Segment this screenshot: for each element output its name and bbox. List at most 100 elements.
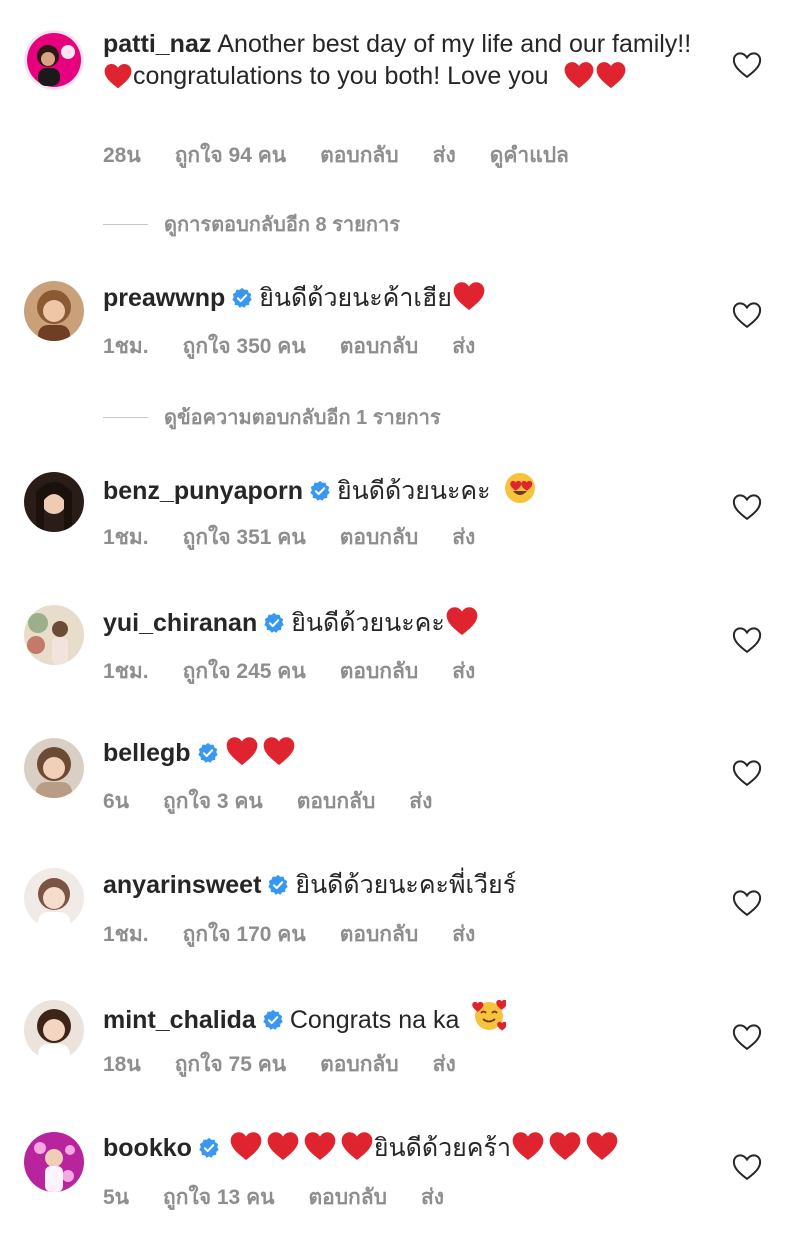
heart-outline-icon[interactable]	[732, 300, 762, 330]
reply-button[interactable]: ตอบกลับ	[340, 526, 419, 549]
send-button[interactable]: ส่ง	[421, 1186, 444, 1209]
view-replies-label[interactable]: ดูข้อความตอบกลับอีก 1 รายการ	[164, 401, 441, 433]
comment-meta: 1ชม. ถูกใจ 245 คน ตอบกลับ ส่ง	[103, 655, 509, 688]
heart-eyes-emoji	[504, 473, 535, 503]
like-count[interactable]: ถูกใจ 94 คน	[175, 144, 286, 167]
heart-emoji	[104, 63, 132, 89]
like-count[interactable]: ถูกใจ 75 คน	[175, 1053, 286, 1076]
comment-body: ยินดีด้วยนะคะ	[337, 477, 491, 505]
reply-button[interactable]: ตอบกลับ	[340, 660, 419, 683]
heart-emoji	[263, 736, 295, 766]
avatar[interactable]	[24, 605, 84, 665]
heart-emoji	[267, 1131, 299, 1161]
like-count[interactable]: ถูกใจ 350 คน	[183, 335, 306, 358]
comment-body-2: congratulations to you both! Love you	[133, 62, 549, 90]
avatar[interactable]	[24, 281, 84, 341]
avatar[interactable]	[24, 868, 84, 928]
heart-outline-icon[interactable]	[732, 758, 762, 788]
comment-text: bookko ยินดีด้วยคร้า	[103, 1131, 703, 1164]
send-button[interactable]: ส่ง	[452, 526, 475, 549]
send-button[interactable]: ส่ง	[409, 790, 432, 813]
verified-badge-icon	[262, 1009, 284, 1031]
send-button[interactable]: ส่ง	[452, 923, 475, 946]
comment-time: 5น	[103, 1186, 130, 1209]
reply-button[interactable]: ตอบกลับ	[320, 144, 399, 167]
heart-outline-icon[interactable]	[732, 50, 762, 80]
comment-text: patti_naz Another best day of my life and…	[103, 28, 703, 92]
comment-body: ยินดีด้วยนะคะ	[291, 609, 445, 637]
comment-time: 1ชม.	[103, 335, 149, 358]
reply-button[interactable]: ตอบกลับ	[340, 923, 419, 946]
heart-outline-icon[interactable]	[732, 888, 762, 918]
avatar[interactable]	[24, 472, 84, 532]
heart-emoji	[446, 606, 478, 636]
send-button[interactable]: ส่ง	[452, 660, 475, 683]
reply-button[interactable]: ตอบกลับ	[308, 1186, 387, 1209]
avatar[interactable]	[24, 1132, 84, 1192]
comment-text: mint_chalida Congrats na ka	[103, 999, 703, 1036]
comment-meta: 1ชม. ถูกใจ 351 คน ตอบกลับ ส่ง	[103, 521, 509, 554]
like-count[interactable]: ถูกใจ 351 คน	[183, 526, 306, 549]
comment-text: bellegb	[103, 736, 703, 769]
like-count[interactable]: ถูกใจ 13 คน	[163, 1186, 274, 1209]
heart-outline-icon[interactable]	[732, 625, 762, 655]
heart-emoji	[586, 1131, 618, 1161]
avatar[interactable]	[24, 738, 84, 798]
comment-body: Another best day of my life and our fami…	[217, 30, 692, 58]
comment-meta: 28น ถูกใจ 94 คน ตอบกลับ ส่ง ดูคำแปล	[103, 139, 603, 172]
comment-text: preawwnp ยินดีด้วยนะค้าเฮีย	[103, 281, 703, 314]
comment-text: yui_chiranan ยินดีด้วยนะคะ	[103, 606, 703, 639]
comment-time: 1ชม.	[103, 660, 149, 683]
heart-outline-icon[interactable]	[732, 1152, 762, 1182]
heart-emoji	[549, 1131, 581, 1161]
heart-outline-icon[interactable]	[732, 492, 762, 522]
view-replies-button[interactable]: ดูการตอบกลับอีก 8 รายการ	[103, 208, 400, 240]
username[interactable]: yui_chiranan	[103, 609, 257, 637]
comment-meta: 6น ถูกใจ 3 คน ตอบกลับ ส่ง	[103, 785, 466, 818]
username[interactable]: patti_naz	[103, 30, 211, 58]
comment-body: ยินดีด้วยนะค้าเฮีย	[259, 284, 452, 312]
comment-body: Congrats na ka	[289, 1006, 460, 1034]
username[interactable]: mint_chalida	[103, 1006, 256, 1034]
username[interactable]: anyarinsweet	[103, 871, 261, 899]
verified-badge-icon	[198, 1137, 220, 1159]
heart-emoji	[564, 61, 594, 89]
send-button[interactable]: ส่ง	[433, 1053, 456, 1076]
send-button[interactable]: ส่ง	[433, 144, 456, 167]
like-count[interactable]: ถูกใจ 3 คน	[163, 790, 263, 813]
verified-badge-icon	[231, 287, 253, 309]
smiling-face-hearts-emoji	[472, 999, 506, 1033]
verified-badge-icon	[309, 480, 331, 502]
heart-emoji	[512, 1131, 544, 1161]
like-count[interactable]: ถูกใจ 245 คน	[183, 660, 306, 683]
comment-time: 6น	[103, 790, 130, 813]
view-replies-button[interactable]: ดูข้อความตอบกลับอีก 1 รายการ	[103, 401, 441, 433]
heart-outline-icon[interactable]	[732, 1022, 762, 1052]
username[interactable]: bellegb	[103, 739, 191, 767]
username[interactable]: preawwnp	[103, 284, 225, 312]
send-button[interactable]: ส่ง	[452, 335, 475, 358]
reply-button[interactable]: ตอบกลับ	[320, 1053, 399, 1076]
verified-badge-icon	[263, 612, 285, 634]
comment-time: 28น	[103, 144, 141, 167]
avatar[interactable]	[24, 30, 84, 90]
verified-badge-icon	[197, 742, 219, 764]
reply-button[interactable]: ตอบกลับ	[340, 335, 419, 358]
verified-badge-icon	[267, 874, 289, 896]
reply-button[interactable]: ตอบกลับ	[297, 790, 376, 813]
comment-meta: 1ชม. ถูกใจ 350 คน ตอบกลับ ส่ง	[103, 330, 509, 363]
comment-body: ยินดีด้วยนะคะพี่เวียร์	[295, 871, 517, 899]
comment-time: 1ชม.	[103, 923, 149, 946]
comment-text: anyarinsweet ยินดีด้วยนะคะพี่เวียร์	[103, 869, 703, 901]
comment-meta: 1ชม. ถูกใจ 170 คน ตอบกลับ ส่ง	[103, 918, 509, 951]
heart-emoji	[230, 1131, 262, 1161]
username[interactable]: benz_punyaporn	[103, 477, 303, 505]
avatar[interactable]	[24, 1000, 84, 1060]
comment-meta: 18น ถูกใจ 75 คน ตอบกลับ ส่ง	[103, 1048, 490, 1081]
username[interactable]: bookko	[103, 1134, 192, 1162]
comment-time: 18น	[103, 1053, 141, 1076]
view-replies-label[interactable]: ดูการตอบกลับอีก 8 รายการ	[164, 208, 400, 240]
translate-button[interactable]: ดูคำแปล	[490, 144, 569, 167]
like-count[interactable]: ถูกใจ 170 คน	[183, 923, 306, 946]
comment-body: ยินดีด้วยคร้า	[373, 1134, 511, 1162]
